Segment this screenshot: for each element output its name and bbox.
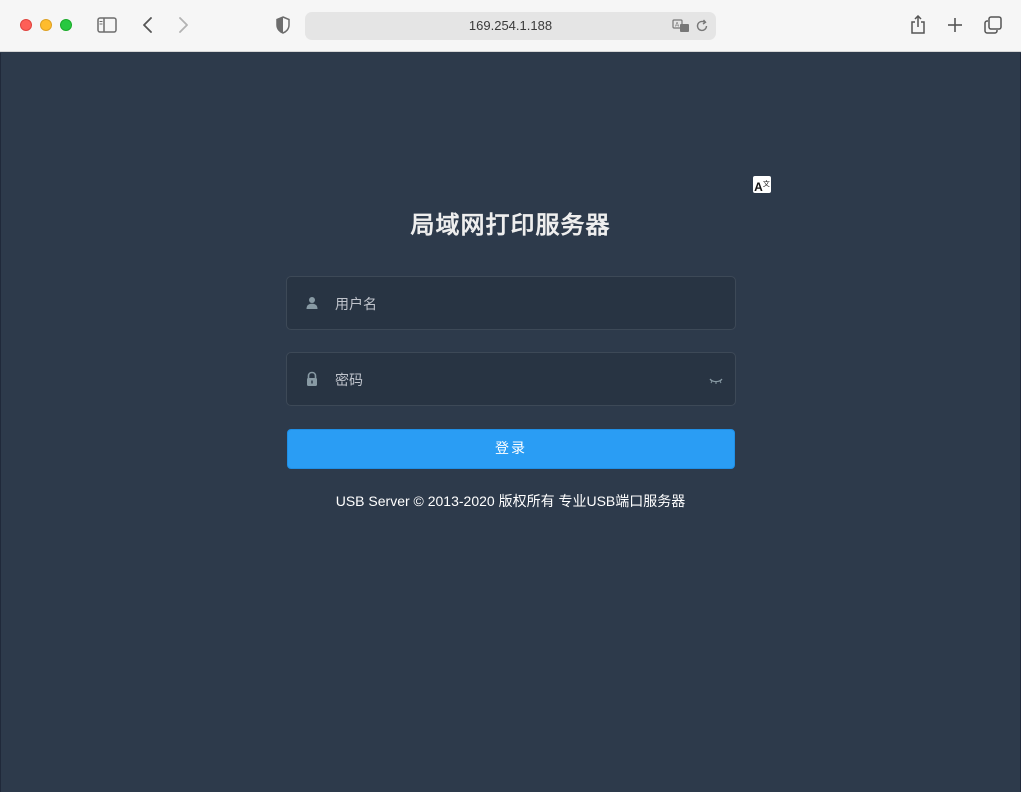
tabs-overview-icon[interactable] xyxy=(982,14,1004,36)
translate-icon[interactable]: A xyxy=(672,17,690,35)
translate-badge-icon[interactable]: A文 xyxy=(753,176,771,194)
copyright-footer: USB Server © 2013-2020 版权所有 专业USB端口服务器 xyxy=(335,493,686,509)
sidebar-icon[interactable] xyxy=(96,14,118,36)
lock-icon xyxy=(304,371,320,387)
forward-icon[interactable] xyxy=(172,14,194,36)
user-icon xyxy=(304,295,320,311)
close-window-button[interactable] xyxy=(20,19,32,31)
shield-icon[interactable] xyxy=(272,14,294,36)
new-tab-icon[interactable] xyxy=(944,14,966,36)
password-field[interactable]: 密码 xyxy=(286,352,736,406)
zoom-window-button[interactable] xyxy=(60,19,72,31)
back-icon[interactable] xyxy=(137,14,159,36)
address-bar[interactable]: 169.254.1.188 A xyxy=(305,12,716,40)
share-icon[interactable] xyxy=(907,14,929,36)
reload-icon[interactable] xyxy=(695,18,711,34)
page-title: 局域网打印服务器 xyxy=(410,211,611,239)
page-content xyxy=(0,53,1021,792)
url-text: 169.254.1.188 xyxy=(468,18,553,33)
minimize-window-button[interactable] xyxy=(40,19,52,31)
username-field[interactable]: 用户名 xyxy=(286,276,736,330)
browser-toolbar: 169.254.1.188 A xyxy=(0,0,1021,52)
password-placeholder: 密码 xyxy=(335,373,363,389)
eye-hidden-icon[interactable] xyxy=(709,373,723,387)
username-placeholder: 用户名 xyxy=(335,297,377,313)
login-button[interactable]: 登录 xyxy=(287,429,735,469)
